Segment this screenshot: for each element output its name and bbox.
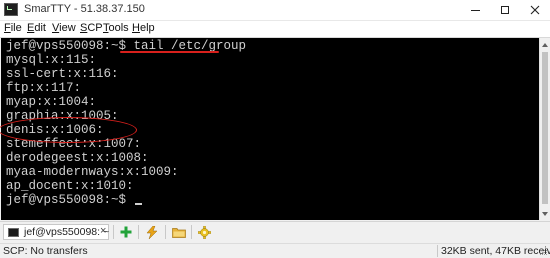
scroll-down-button[interactable] bbox=[540, 208, 550, 219]
new-session-button[interactable] bbox=[116, 223, 136, 241]
tab-close-icon[interactable]: × bbox=[100, 225, 106, 237]
highlight-circle-annotation bbox=[0, 117, 137, 143]
maximize-icon bbox=[501, 6, 509, 14]
menu-tools[interactable]: Tools bbox=[103, 22, 129, 34]
file-browser-button[interactable] bbox=[169, 223, 189, 241]
resize-grip-icon[interactable] bbox=[540, 247, 548, 256]
terminal-line: ap_docent:x:1010: bbox=[6, 179, 134, 193]
window-title: SmarTTY - 51.38.37.150 bbox=[24, 3, 145, 15]
terminal-cursor bbox=[134, 203, 142, 205]
minimize-button[interactable] bbox=[460, 0, 490, 20]
settings-button[interactable] bbox=[194, 223, 214, 241]
maximize-button[interactable] bbox=[490, 0, 520, 20]
gear-icon bbox=[197, 225, 211, 239]
title-bar: SmarTTY - 51.38.37.150 bbox=[0, 0, 550, 21]
terminal-line: myaa-modernways:x:1009: bbox=[6, 165, 179, 179]
menu-help[interactable]: Help bbox=[132, 22, 155, 34]
session-tab-label: jef@vps550098: ~ bbox=[24, 226, 110, 238]
close-icon bbox=[530, 5, 540, 15]
menu-view[interactable]: View bbox=[52, 22, 76, 34]
menu-bar: File Edit View SCP Tools Help bbox=[0, 21, 550, 38]
arrow-down-icon bbox=[542, 211, 548, 216]
terminal-line: ftp:x:117: bbox=[6, 81, 82, 95]
terminal-line: myap:x:1004: bbox=[6, 95, 97, 109]
quick-command-button[interactable] bbox=[142, 223, 162, 241]
scrollbar-thumb[interactable] bbox=[542, 52, 548, 204]
terminal-line: derodegeest:x:1008: bbox=[6, 151, 149, 165]
menu-file[interactable]: File bbox=[4, 22, 22, 34]
menu-edit[interactable]: Edit bbox=[27, 22, 46, 34]
add-icon bbox=[120, 226, 132, 238]
terminal-prompt: jef@vps550098:~$ bbox=[6, 193, 134, 207]
status-bar: SCP: No transfers 32KB sent, 47KB receiv… bbox=[0, 243, 550, 258]
terminal-prompt-line: jef@vps550098:~$ bbox=[6, 193, 142, 208]
terminal-icon bbox=[8, 228, 19, 237]
toolbar-divider bbox=[113, 225, 114, 239]
menu-scp[interactable]: SCP bbox=[80, 22, 103, 34]
toolbar-divider bbox=[138, 225, 139, 239]
lightning-icon bbox=[146, 225, 158, 239]
arrow-up-icon bbox=[542, 42, 548, 47]
minimize-icon bbox=[470, 9, 480, 11]
scroll-up-button[interactable] bbox=[540, 39, 550, 50]
status-divider bbox=[437, 245, 438, 257]
toolbar-divider bbox=[165, 225, 166, 239]
transfer-stats: 32KB sent, 47KB received bbox=[441, 245, 550, 257]
close-button[interactable] bbox=[520, 0, 550, 20]
command-underline-annotation bbox=[120, 51, 219, 53]
terminal-line: mysql:x:115: bbox=[6, 53, 97, 67]
session-tab[interactable]: jef@vps550098: ~ × bbox=[3, 224, 109, 240]
terminal-line: ssl-cert:x:116: bbox=[6, 67, 119, 81]
smartty-app-icon bbox=[4, 3, 18, 16]
scp-status: SCP: No transfers bbox=[3, 245, 88, 257]
folder-icon bbox=[172, 227, 186, 238]
terminal-scrollbar[interactable] bbox=[539, 38, 550, 220]
toolbar-divider bbox=[191, 225, 192, 239]
